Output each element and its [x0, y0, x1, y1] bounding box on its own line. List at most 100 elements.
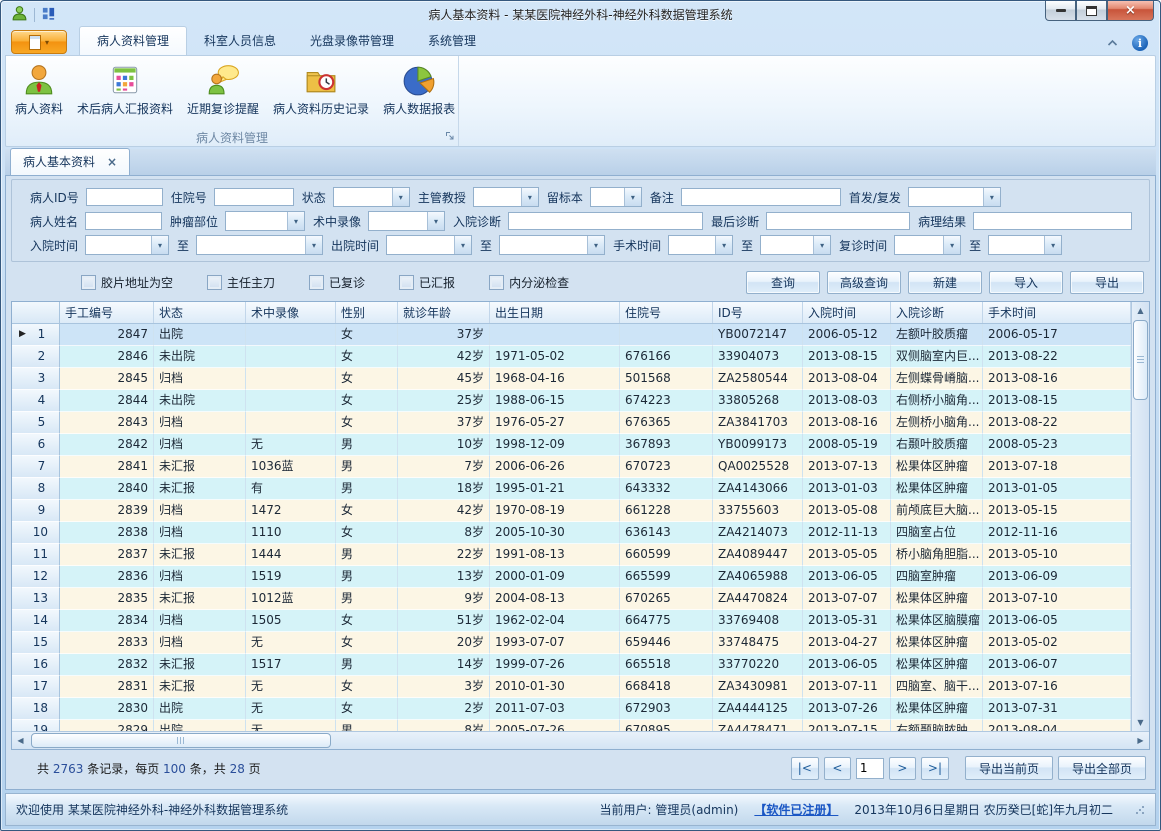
table-row[interactable]: 102838归档1110女8岁2005-10-30636143ZA4214073… — [12, 522, 1131, 544]
page-input[interactable] — [856, 758, 884, 779]
dropdown-arrow-icon[interactable]: ▾ — [427, 212, 444, 230]
table-row[interactable]: 172831未汇报无女3岁2010-01-30668418ZA343098120… — [12, 676, 1131, 698]
dropdown-arrow-icon[interactable]: ▾ — [521, 188, 538, 206]
collapse-ribbon-icon[interactable] — [1107, 36, 1118, 50]
table-row[interactable]: 52843归档女37岁1976-05-27676365ZA38417032013… — [12, 412, 1131, 434]
ribbon-button-history-folder[interactable]: 病人资料历史记录 — [266, 59, 376, 119]
dropdown-arrow-icon[interactable]: ▾ — [587, 236, 604, 254]
filter-input[interactable] — [86, 188, 163, 206]
ribbon-button-patient[interactable]: 病人资料 — [8, 59, 70, 119]
filter-checkbox[interactable]: 胶片地址为空 — [81, 274, 173, 291]
tab-patient-basic-info[interactable]: 病人基本资料 × — [10, 148, 130, 175]
dropdown-arrow-icon[interactable]: ▾ — [813, 236, 830, 254]
table-row[interactable]: 112837未汇报1444男22岁1991-08-13660599ZA40894… — [12, 544, 1131, 566]
export-button[interactable]: 导出 — [1070, 271, 1144, 294]
table-row[interactable]: 22846未出院女42岁1971-05-02676166339040732013… — [12, 346, 1131, 368]
dropdown-arrow-icon[interactable]: ▾ — [983, 188, 1000, 206]
filter-combo[interactable]: ▾ — [499, 235, 605, 255]
filter-combo[interactable]: ▾ — [988, 235, 1062, 255]
filter-input[interactable] — [508, 212, 703, 230]
first-page-button[interactable]: |< — [791, 757, 819, 780]
dropdown-arrow-icon[interactable]: ▾ — [305, 236, 322, 254]
filter-checkbox[interactable]: 内分泌检查 — [489, 274, 569, 291]
ribbon-tab-system-management[interactable]: 系统管理 — [411, 27, 493, 55]
advanced-search-button[interactable]: 高级查询 — [827, 271, 901, 294]
column-header[interactable]: 性别 — [336, 302, 398, 323]
filter-combo[interactable]: ▾ — [386, 235, 472, 255]
filter-combo[interactable]: ▾ — [196, 235, 323, 255]
column-header[interactable]: 入院时间 — [803, 302, 891, 323]
table-row[interactable]: 142834归档1505女51岁1962-02-0466477533769408… — [12, 610, 1131, 632]
new-button[interactable]: 新建 — [908, 271, 982, 294]
table-row[interactable]: 92839归档1472女42岁1970-08-19661228337556032… — [12, 500, 1131, 522]
ribbon-button-report-calendar[interactable]: 术后病人汇报资料 — [70, 59, 180, 119]
column-header[interactable]: 状态 — [154, 302, 246, 323]
column-header[interactable]: 手工编号 — [60, 302, 154, 323]
table-row[interactable]: 192829出院无男8岁2005-07-26670895ZA4478471201… — [12, 720, 1131, 731]
column-header[interactable]: 就诊年龄 — [398, 302, 490, 323]
filter-input[interactable] — [85, 212, 162, 230]
column-header[interactable]: 住院号 — [620, 302, 713, 323]
dropdown-arrow-icon[interactable]: ▾ — [624, 188, 641, 206]
vertical-scroll-thumb[interactable] — [1133, 320, 1148, 400]
minimize-button[interactable] — [1045, 1, 1076, 21]
horizontal-scroll-thumb[interactable] — [31, 733, 331, 748]
table-row[interactable]: 42844未出院女25岁1988-06-15674223338052682013… — [12, 390, 1131, 412]
filter-checkbox[interactable]: 已汇报 — [399, 274, 455, 291]
column-header[interactable]: 入院诊断 — [891, 302, 983, 323]
column-header[interactable]: ID号 — [713, 302, 803, 323]
filter-checkbox[interactable]: 主任主刀 — [207, 274, 275, 291]
scroll-left-icon[interactable]: ◀ — [12, 732, 29, 749]
table-row[interactable]: ▶12847出院女37岁YB00721472006-05-12左额叶胶质瘤200… — [12, 324, 1131, 346]
filter-checkbox[interactable]: 已复诊 — [309, 274, 365, 291]
filter-combo[interactable]: ▾ — [333, 187, 410, 207]
export-all-pages-button[interactable]: 导出全部页 — [1058, 756, 1146, 780]
dropdown-arrow-icon[interactable]: ▾ — [1044, 236, 1061, 254]
filter-combo[interactable]: ▾ — [908, 187, 1001, 207]
filter-combo[interactable]: ▾ — [225, 211, 305, 231]
filter-combo[interactable]: ▾ — [894, 235, 961, 255]
ribbon-button-pie-chart[interactable]: 病人数据报表 — [376, 59, 462, 119]
application-menu-button[interactable]: ▾ — [11, 30, 67, 54]
filter-combo[interactable]: ▾ — [85, 235, 169, 255]
table-row[interactable]: 182830出院无女2岁2011-07-03672903ZA4444125201… — [12, 698, 1131, 720]
ribbon-tab-disc-tape-management[interactable]: 光盘录像带管理 — [293, 27, 411, 55]
filter-combo[interactable]: ▾ — [590, 187, 642, 207]
filter-combo[interactable]: ▾ — [668, 235, 733, 255]
last-page-button[interactable]: >| — [921, 757, 949, 780]
table-row[interactable]: 62842归档无男10岁1998-12-09367893YB0099173200… — [12, 434, 1131, 456]
ribbon-button-revisit-reminder[interactable]: 近期复诊提醒 — [180, 59, 266, 119]
filter-combo[interactable]: ▾ — [760, 235, 831, 255]
table-row[interactable]: 132835未汇报1012蓝男9岁2004-08-13670265ZA44708… — [12, 588, 1131, 610]
resize-grip-icon[interactable] — [1135, 805, 1145, 815]
restore-button[interactable] — [1076, 1, 1107, 21]
filter-input[interactable] — [681, 188, 841, 206]
vertical-scrollbar[interactable]: ▲ ▼ — [1131, 302, 1149, 731]
dropdown-arrow-icon[interactable]: ▾ — [151, 236, 168, 254]
table-row[interactable]: 122836归档1519男13岁2000-01-09665599ZA406598… — [12, 566, 1131, 588]
next-page-button[interactable]: > — [889, 757, 916, 780]
filter-input[interactable] — [973, 212, 1132, 230]
column-header[interactable]: 手术时间 — [983, 302, 1131, 323]
dropdown-arrow-icon[interactable]: ▾ — [943, 236, 960, 254]
table-row[interactable]: 82840未汇报有男18岁1995-01-21643332ZA414306620… — [12, 478, 1131, 500]
horizontal-scrollbar[interactable]: ◀ ▶ — [12, 731, 1149, 749]
dropdown-arrow-icon[interactable]: ▾ — [287, 212, 304, 230]
table-row[interactable]: 72841未汇报1036蓝男7岁2006-06-26670723QA002552… — [12, 456, 1131, 478]
tab-close-icon[interactable]: × — [107, 156, 117, 168]
table-row[interactable]: 152833归档无女20岁1993-07-0765944633748475201… — [12, 632, 1131, 654]
column-header[interactable]: 出生日期 — [490, 302, 620, 323]
dropdown-arrow-icon[interactable]: ▾ — [454, 236, 471, 254]
license-status-link[interactable]: 【软件已注册】 — [754, 801, 838, 818]
scroll-up-icon[interactable]: ▲ — [1132, 302, 1149, 319]
ribbon-tab-department-staff-info[interactable]: 科室人员信息 — [187, 27, 293, 55]
filter-input[interactable] — [214, 188, 294, 206]
dialog-launcher-icon[interactable] — [445, 130, 455, 144]
prev-page-button[interactable]: < — [824, 757, 851, 780]
table-row[interactable]: 162832未汇报1517男14岁1999-07-266655183377022… — [12, 654, 1131, 676]
search-button[interactable]: 查询 — [746, 271, 820, 294]
export-current-page-button[interactable]: 导出当前页 — [965, 756, 1053, 780]
filter-combo[interactable]: ▾ — [473, 187, 539, 207]
scroll-down-icon[interactable]: ▼ — [1132, 714, 1149, 731]
info-icon[interactable]: i — [1132, 35, 1148, 51]
